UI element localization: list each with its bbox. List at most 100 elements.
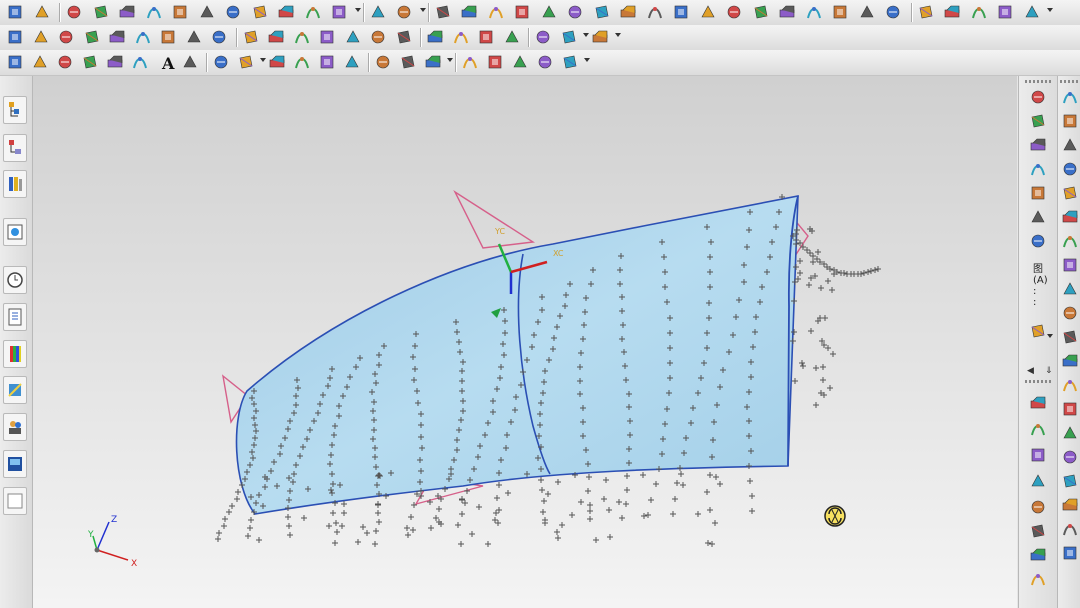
patch-icon[interactable] [369,28,387,46]
palette-tool-icon[interactable] [1061,496,1079,514]
arc-icon[interactable] [31,53,49,71]
palette-tool-icon[interactable] [1061,304,1079,322]
chamfer-icon[interactable] [487,3,505,21]
system-scene-button[interactable] [3,450,27,478]
unite-icon[interactable] [646,3,664,21]
palette-tool-icon[interactable] [1029,522,1047,540]
reuse-library-button[interactable] [3,170,27,198]
section-icon[interactable] [536,53,554,71]
palette-tool-icon[interactable] [1061,448,1079,466]
mesh-icon[interactable] [108,28,126,46]
boss-icon[interactable] [304,3,322,21]
cylinder-icon[interactable] [198,3,216,21]
palette-tool-icon[interactable] [1061,376,1079,394]
circle-icon[interactable] [56,53,74,71]
combs-icon[interactable] [561,53,579,71]
face-blend-icon[interactable] [426,28,444,46]
move-face-icon[interactable] [805,3,823,21]
palette-tool-icon[interactable] [1061,256,1079,274]
empty-panel-button[interactable] [3,487,27,515]
palette-tool-icon[interactable] [1029,88,1047,106]
feature-icon[interactable] [145,3,163,21]
divide-curve-icon[interactable] [374,53,392,71]
palette-grip[interactable] [1025,80,1051,83]
pattern-icon[interactable] [725,3,743,21]
palette-tool-icon[interactable] [1061,544,1079,562]
subtract-icon[interactable] [672,3,690,21]
palette-scroll-down-icon[interactable]: ⇓ [1045,366,1053,376]
spline-icon[interactable] [81,53,99,71]
dropdown-arrow-icon[interactable] [447,58,453,62]
extract-curve-icon[interactable] [318,53,336,71]
intersect-curve-icon[interactable] [268,53,286,71]
surface-icon[interactable] [57,28,75,46]
offset-surface-icon[interactable] [318,28,336,46]
project-curve-icon[interactable] [237,53,255,71]
dropdown-arrow-icon[interactable] [354,8,361,12]
emboss-icon[interactable] [943,3,961,21]
palette-tool-icon[interactable] [1029,322,1047,340]
assembly-navigator-button[interactable] [3,96,27,124]
palette-tool-icon[interactable] [1061,352,1079,370]
offset-face-icon[interactable] [778,3,796,21]
palette-tool-icon[interactable] [1029,546,1047,564]
palettes-button[interactable] [3,340,27,368]
join-curve-icon[interactable] [424,53,442,71]
dropdown-arrow-icon[interactable] [614,33,621,37]
tube-icon[interactable] [970,3,988,21]
palette-tool-icon[interactable] [1029,160,1047,178]
palette-tool-icon[interactable] [1061,328,1079,346]
palette-tool-icon[interactable] [1061,136,1079,154]
wrap-icon[interactable] [917,3,935,21]
point-set-icon[interactable] [181,53,199,71]
n-sided-icon[interactable] [210,28,228,46]
shell-icon[interactable] [513,3,531,21]
system-materials-button[interactable] [3,303,27,331]
intersect-icon[interactable] [699,3,717,21]
extrude-icon[interactable] [65,3,83,21]
smooth-icon[interactable] [461,53,479,71]
history-button[interactable] [3,266,27,294]
palette-tool-icon[interactable] [1029,420,1047,438]
layer-icon[interactable] [996,3,1014,21]
palette-tool-icon[interactable] [1061,208,1079,226]
studio-surface-icon[interactable] [185,28,203,46]
curve-icon[interactable] [131,53,149,71]
thicken-icon[interactable] [540,3,558,21]
line-icon[interactable] [6,53,24,71]
palette-tool-icon[interactable] [1061,88,1079,106]
palette-tool-icon[interactable] [1029,394,1047,412]
extend-icon[interactable] [293,28,311,46]
match-edge-icon[interactable] [534,28,552,46]
ruled-icon[interactable] [159,28,177,46]
palette-tool-icon[interactable] [1029,136,1047,154]
fillet-icon[interactable] [395,28,413,46]
global-shape-icon[interactable] [560,28,578,46]
sphere-icon[interactable] [251,3,269,21]
sketch-icon[interactable] [6,3,24,21]
sweep-surface-icon[interactable] [134,28,152,46]
mirror-icon[interactable] [752,3,770,21]
palette-tool-icon[interactable] [1029,472,1047,490]
palette-tool-icon[interactable] [1061,472,1079,490]
palette-tool-icon[interactable] [1061,184,1079,202]
palette-tool-icon[interactable] [1061,400,1079,418]
palette-tool-icon[interactable] [1029,232,1047,250]
x-form-icon[interactable] [477,28,495,46]
analysis-icon[interactable] [591,28,609,46]
groove-icon[interactable] [434,3,452,21]
trim-sheet-icon[interactable] [267,28,285,46]
view-icon[interactable] [1023,3,1041,21]
palette-tool-icon[interactable] [1061,232,1079,250]
deviation-icon[interactable] [511,53,529,71]
pocket-icon[interactable] [330,3,348,21]
through-curves-icon[interactable] [83,28,101,46]
slot-icon[interactable] [395,3,413,21]
palette-grip-3[interactable] [1060,80,1079,83]
datum-icon[interactable] [33,3,51,21]
curvature-icon[interactable] [486,53,504,71]
draft-icon[interactable] [566,3,584,21]
dropdown-arrow-icon[interactable] [260,58,266,62]
bounded-plane-icon[interactable] [242,28,260,46]
cone-icon[interactable] [224,3,242,21]
